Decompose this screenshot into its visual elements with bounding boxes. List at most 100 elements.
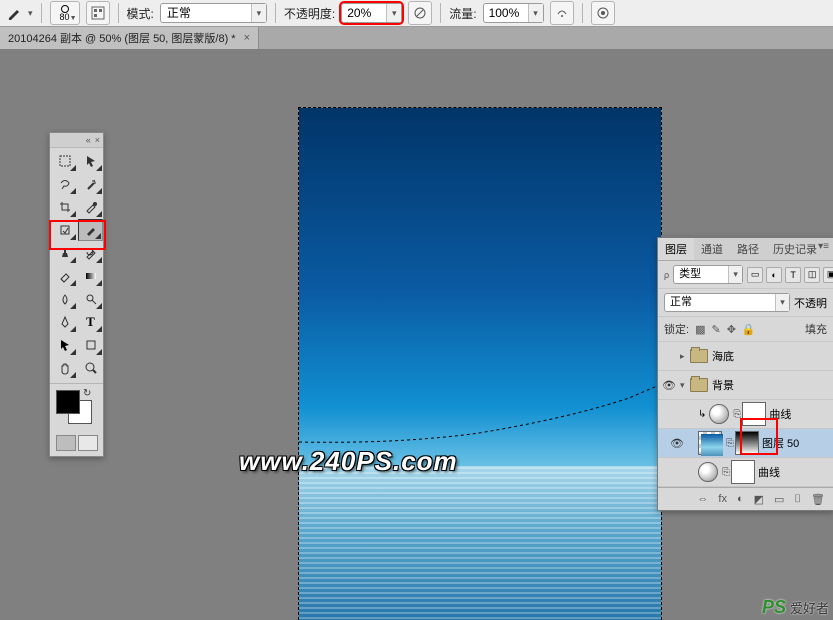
lasso-tool[interactable]: [52, 173, 77, 195]
shape-tool[interactable]: [78, 334, 103, 356]
mask-icon[interactable]: ◐: [737, 493, 744, 505]
layer-thumbnail[interactable]: [698, 431, 722, 455]
healing-brush-tool[interactable]: [52, 219, 77, 241]
color-picker[interactable]: ↺: [50, 386, 103, 432]
filter-pixel-icon[interactable]: ▭: [747, 267, 763, 283]
opacity-input[interactable]: 20% ▾: [341, 3, 402, 23]
folder-icon: [690, 349, 708, 363]
layers-panel-footer: ⇔ fx ◐ ◩ ▭ ⌷ 🗑: [658, 487, 833, 510]
brush-tool[interactable]: [78, 219, 103, 241]
layer-blend-mode-value: 正常: [665, 294, 775, 311]
layer-adjustment-row[interactable]: ⎘ 曲线: [658, 458, 833, 487]
foreground-color-swatch[interactable]: [56, 390, 80, 414]
layer-filter-type-value: 类型: [674, 266, 728, 283]
visibility-toggle[interactable]: 👁: [658, 379, 680, 392]
marquee-tool[interactable]: [52, 150, 77, 172]
gradient-tool[interactable]: [78, 265, 103, 287]
lock-position-icon[interactable]: ✥: [727, 323, 736, 336]
clone-stamp-tool[interactable]: [52, 242, 77, 264]
tab-layers[interactable]: 图层: [658, 238, 694, 260]
badge-main: PS: [762, 597, 786, 618]
eyedropper-tool[interactable]: [78, 196, 103, 218]
panel-menu-icon[interactable]: ▾≡: [818, 241, 829, 252]
adjustment-icon: [698, 462, 718, 482]
layers-panel-tabs: 图层 通道 路径 历史记录 ▾≡: [658, 238, 833, 261]
pen-tool[interactable]: [52, 311, 77, 333]
canvas-sea-area: [299, 466, 661, 620]
trash-icon[interactable]: 🗑: [811, 493, 825, 506]
chevron-down-icon[interactable]: ▾: [28, 8, 33, 19]
layer-name: 背景: [712, 377, 734, 393]
filter-type-icon[interactable]: T: [785, 267, 801, 283]
layer-list: ▸ 海底 👁 ▾ 背景 ↳ ⎘ 曲线: [658, 342, 833, 487]
document-tab-bar: 20104264 副本 @ 50% (图层 50, 图层蒙版/8) * ×: [0, 27, 833, 50]
adjustment-icon: [709, 404, 729, 424]
new-layer-icon[interactable]: ⌷: [794, 493, 801, 506]
move-tool[interactable]: [78, 150, 103, 172]
tab-history[interactable]: 历史记录: [766, 238, 824, 260]
workspace: «× T: [0, 50, 833, 620]
filter-shape-icon[interactable]: ◫: [804, 267, 820, 283]
layer-group-row[interactable]: ▸ 海底: [658, 342, 833, 371]
opacity-value: 20%: [342, 4, 386, 22]
filter-adjust-icon[interactable]: ◐: [766, 267, 782, 283]
mask-thumbnail[interactable]: [731, 460, 755, 484]
visibility-toggle[interactable]: 👁: [666, 437, 688, 450]
flow-value: 100%: [484, 4, 528, 22]
pressure-opacity-toggle[interactable]: [408, 1, 432, 25]
mask-thumbnail[interactable]: [735, 431, 759, 455]
layer-row-selected[interactable]: 👁 ⎘ 图层 50: [658, 429, 833, 458]
tab-channels[interactable]: 通道: [694, 238, 730, 260]
close-icon[interactable]: ×: [244, 32, 250, 44]
airbrush-toggle[interactable]: [550, 1, 574, 25]
brush-size-value: 80: [60, 13, 70, 21]
history-brush-tool[interactable]: [78, 242, 103, 264]
layer-group-row[interactable]: 👁 ▾ 背景: [658, 371, 833, 400]
zoom-tool[interactable]: [78, 357, 103, 379]
pressure-size-toggle[interactable]: [591, 1, 615, 25]
lock-label: 锁定:: [664, 321, 689, 337]
new-group-icon[interactable]: ▭: [774, 493, 784, 506]
ps-badge: PS 爱好者: [762, 597, 829, 618]
blur-tool[interactable]: [52, 288, 77, 310]
mask-thumbnail[interactable]: [742, 402, 766, 426]
standard-mode-button[interactable]: [56, 435, 76, 451]
toolbox-header[interactable]: «×: [50, 133, 103, 148]
blend-mode-dropdown[interactable]: 正常 ▾: [160, 3, 267, 23]
lock-pixels-icon[interactable]: ✎: [711, 323, 720, 336]
layer-adjustment-row[interactable]: ↳ ⎘ 曲线: [658, 400, 833, 429]
filter-smart-icon[interactable]: ▣: [823, 267, 833, 283]
type-tool[interactable]: T: [78, 311, 103, 333]
link-layers-icon[interactable]: ⇔: [697, 493, 708, 505]
magic-wand-tool[interactable]: [78, 173, 103, 195]
quickmask-mode-button[interactable]: [78, 435, 98, 451]
path-selection-tool[interactable]: [52, 334, 77, 356]
adjustment-layer-icon[interactable]: ◩: [754, 493, 764, 506]
fx-icon[interactable]: fx: [718, 493, 727, 505]
chevron-down-icon: ▾: [251, 4, 266, 22]
swap-colors-icon[interactable]: ↺: [83, 388, 91, 399]
tool-indicator-brush-icon: [6, 5, 22, 21]
hand-tool[interactable]: [52, 357, 77, 379]
lock-transparent-icon[interactable]: ▩: [695, 323, 705, 336]
layer-filter-type[interactable]: 类型 ▾: [673, 265, 743, 284]
layer-blend-mode[interactable]: 正常 ▾: [664, 293, 790, 312]
document-tab[interactable]: 20104264 副本 @ 50% (图层 50, 图层蒙版/8) * ×: [0, 27, 259, 49]
eraser-tool[interactable]: [52, 265, 77, 287]
brush-preset-picker[interactable]: 80 ▼: [50, 1, 80, 25]
opacity-label: 不透明度:: [284, 5, 335, 22]
tab-paths[interactable]: 路径: [730, 238, 766, 260]
dodge-tool[interactable]: [78, 288, 103, 310]
layer-opacity-label: 不透明: [794, 295, 827, 311]
mode-label: 模式:: [127, 5, 154, 22]
layer-name: 曲线: [758, 464, 780, 480]
document-canvas[interactable]: www.240PS.com: [299, 108, 661, 620]
layer-name: 海底: [712, 348, 734, 364]
layers-panel: 图层 通道 路径 历史记录 ▾≡ ρ 类型 ▾ ▭ ◐ T ◫ ▣: [657, 237, 833, 511]
chevron-down-icon: ▾: [528, 4, 543, 22]
flow-input[interactable]: 100% ▾: [483, 3, 544, 23]
crop-tool[interactable]: [52, 196, 77, 218]
lock-all-icon[interactable]: 🔒: [742, 323, 756, 336]
badge-sub: 爱好者: [790, 598, 829, 617]
brush-panel-toggle[interactable]: [86, 1, 110, 25]
